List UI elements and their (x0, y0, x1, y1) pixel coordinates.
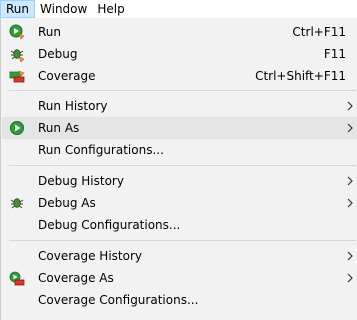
run-icon (9, 24, 25, 40)
menu-bar: Run Window Help (0, 0, 357, 18)
menu-item-debug-configurations[interactable]: Debug Configurations... (2, 214, 357, 236)
menu-item-label: Coverage Configurations... (38, 293, 199, 307)
menu-item-coverage-as[interactable]: Coverage As (2, 267, 357, 289)
menu-item-label: Debug (38, 47, 78, 61)
menu-item-coverage-configurations[interactable]: Coverage Configurations... (2, 289, 357, 311)
menu-run[interactable]: Run (0, 0, 36, 18)
menu-separator (9, 240, 356, 241)
coverage-icon (9, 271, 25, 286)
chevron-right-icon (347, 198, 353, 208)
coverage-icon (9, 70, 25, 83)
menu-item-label: Coverage As (38, 271, 114, 285)
menu-item-label: Run Configurations... (38, 143, 164, 157)
menu-window[interactable]: Window (35, 0, 92, 18)
menu-item-label: Run (38, 25, 62, 39)
menu-item-run[interactable]: Run Ctrl+F11 (2, 21, 357, 43)
menu-item-coverage-history[interactable]: Coverage History (2, 245, 357, 267)
run-dropdown-menu: Run Ctrl+F11 Debug F11 Coverage Ctrl+Shi… (0, 18, 357, 320)
chevron-right-icon (347, 123, 353, 133)
shortcut-text: F11 (323, 47, 346, 61)
menu-item-label: Debug Configurations... (38, 218, 181, 232)
menu-separator (9, 90, 356, 91)
chevron-right-icon (347, 273, 353, 283)
menu-item-coverage[interactable]: Coverage Ctrl+Shift+F11 (2, 65, 357, 87)
run-circle-icon (10, 121, 24, 135)
debug-bug-icon (10, 49, 25, 62)
menu-help[interactable]: Help (92, 0, 129, 18)
shortcut-text: Ctrl+Shift+F11 (255, 69, 346, 83)
menu-separator (9, 165, 356, 166)
menu-item-debug-as[interactable]: Debug As (2, 192, 357, 214)
menu-item-label: Debug As (38, 196, 96, 210)
menu-item-run-history[interactable]: Run History (2, 95, 357, 117)
menu-item-label: Run History (38, 99, 108, 113)
debug-bug-icon (10, 198, 24, 209)
chevron-right-icon (347, 251, 353, 261)
shortcut-text: Ctrl+F11 (292, 25, 346, 39)
menu-item-run-as[interactable]: Run As (2, 117, 357, 139)
menu-item-label: Coverage (38, 69, 96, 83)
chevron-right-icon (347, 176, 353, 186)
menu-item-label: Run As (38, 121, 80, 135)
menu-item-label: Debug History (38, 174, 124, 188)
chevron-right-icon (347, 101, 353, 111)
menu-item-label: Coverage History (38, 249, 142, 263)
menu-item-debug-history[interactable]: Debug History (2, 170, 357, 192)
menu-item-debug[interactable]: Debug F11 (2, 43, 357, 65)
menu-item-run-configurations[interactable]: Run Configurations... (2, 139, 357, 161)
